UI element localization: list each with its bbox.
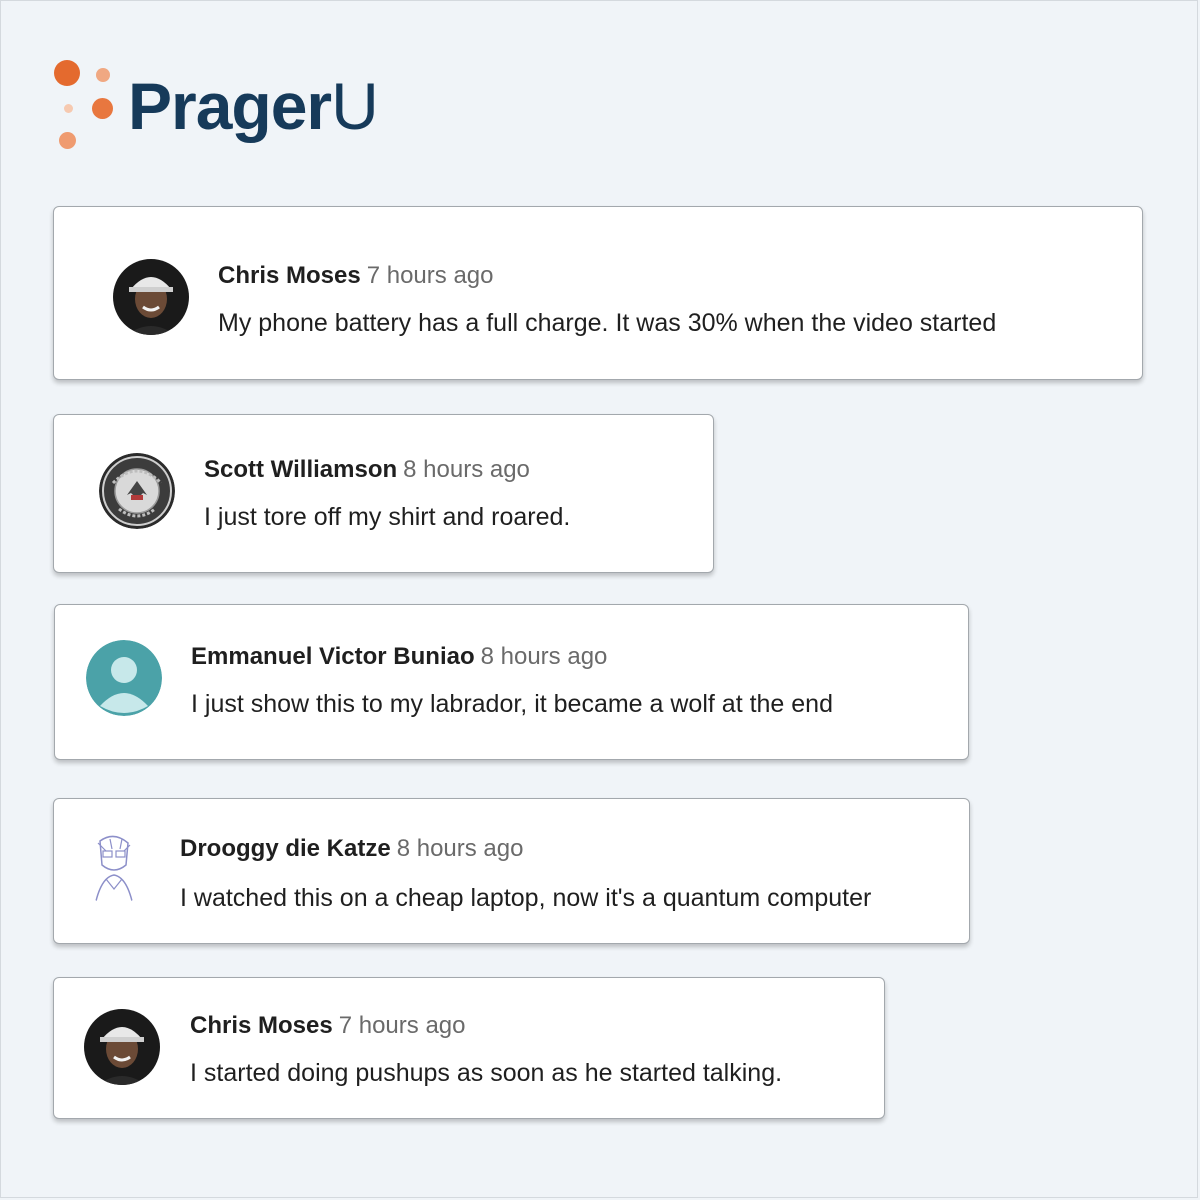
comment-actions-clipped	[197, 753, 377, 759]
comment-author[interactable]: Drooggy die Katze	[180, 835, 391, 862]
logo-dot	[96, 68, 110, 82]
comment-actions-clipped	[224, 371, 404, 380]
comment-text: I watched this on a cheap laptop, now it…	[180, 884, 872, 912]
comment-time: 8 hours ago	[480, 643, 608, 670]
comment-text: I just tore off my shirt and roared.	[204, 503, 571, 531]
logo-wordmark-bold: Prager	[128, 69, 332, 143]
comment-card: Chris Moses 7 hours ago My phone battery …	[53, 206, 1143, 380]
comment-text: My phone battery has a full charge. It w…	[218, 309, 997, 337]
comment-author[interactable]: Scott Williamson	[204, 456, 397, 483]
thumbs-up-icon[interactable]	[224, 379, 244, 380]
comment-time: 7 hours ago	[366, 262, 494, 289]
photo-man-cap-icon[interactable]	[113, 259, 189, 335]
logo-dot	[54, 60, 80, 86]
comment-card: Scott Williamson 8 hours ago I just tore …	[53, 414, 714, 573]
reply-button[interactable]	[344, 379, 404, 380]
comment-text: I just show this to my labrador, it beca…	[191, 690, 833, 718]
comment-text: I started doing pushups as soon as he st…	[190, 1059, 783, 1087]
logo-dot	[59, 132, 76, 149]
sketch-portrait-icon[interactable]	[76, 829, 152, 905]
logo-dot	[92, 98, 113, 119]
logo-dot	[64, 104, 73, 113]
comment-time: 7 hours ago	[338, 1012, 466, 1039]
comment-meta: Drooggy die Katze 8 hours ago	[180, 834, 523, 864]
comment-actions-clipped	[212, 565, 392, 572]
comment-meta: Chris Moses 7 hours ago	[190, 1011, 465, 1041]
prageru-logo[interactable]: PragerU	[52, 58, 382, 152]
comment-meta: Scott Williamson 8 hours ago	[204, 455, 530, 485]
comment-meta: Chris Moses 7 hours ago	[218, 261, 493, 291]
patriot-life-member-badge-icon[interactable]	[99, 453, 175, 529]
comment-author[interactable]: Chris Moses	[190, 1012, 333, 1039]
comment-author[interactable]: Emmanuel Victor Buniao	[191, 643, 475, 670]
comment-card: Drooggy die Katze 8 hours ago I watched t…	[53, 798, 970, 944]
comment-time: 8 hours ago	[396, 835, 524, 862]
comment-author[interactable]: Chris Moses	[218, 262, 361, 289]
logo-wordmark: PragerU	[128, 66, 379, 146]
comment-card: Chris Moses 7 hours ago I started doing p…	[53, 977, 885, 1119]
thumbs-down-icon[interactable]	[264, 379, 324, 380]
comment-time: 8 hours ago	[403, 456, 530, 483]
default-user-icon[interactable]	[86, 640, 162, 716]
photo-man-cap-icon[interactable]	[84, 1009, 160, 1085]
comment-meta: Emmanuel Victor Buniao 8 hours ago	[191, 642, 607, 672]
comment-card: Emmanuel Victor Buniao 8 hours ago I just…	[54, 604, 969, 760]
logo-wordmark-thin: U	[331, 69, 379, 143]
